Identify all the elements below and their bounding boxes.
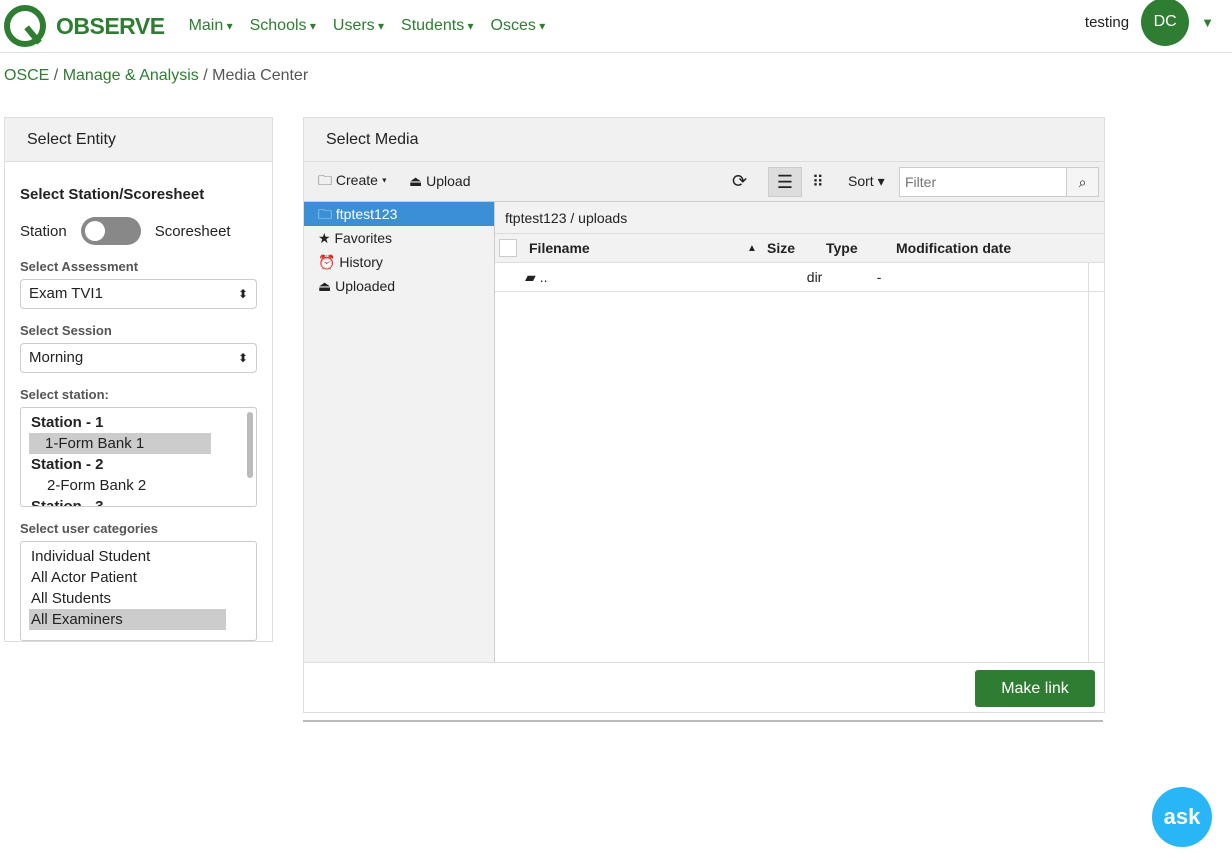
station-scoresheet-toggle[interactable] <box>80 217 141 245</box>
scrollbar[interactable] <box>247 412 253 478</box>
search-icon[interactable]: ⌕ <box>1066 166 1099 197</box>
sort-asc-icon: ▲ <box>747 242 757 254</box>
filter-input[interactable] <box>899 166 1067 197</box>
toolbar: 🗀 Create ▾ ⏏ Upload ⟳ ☰ ⠿ Sort ▾ ⌕ <box>304 162 1104 202</box>
file-name: .. <box>539 269 548 285</box>
category-option[interactable]: All Students <box>31 588 246 609</box>
categories-label: Select user categories <box>20 521 159 536</box>
file-type: dir <box>806 269 823 285</box>
brand-name: OBSERVE <box>56 12 165 39</box>
categories-list[interactable]: Individual Student All Actor Patient All… <box>20 541 257 641</box>
toggle-label-station: Station <box>20 222 67 240</box>
folder-icon: ▰ <box>525 268 536 285</box>
folder-tree: 🗀 ftptest123 ★ Favorites ⏰ History ⏏ Upl… <box>304 202 495 662</box>
sort-label: Sort <box>848 173 874 189</box>
station-group: Station - 1 <box>31 414 104 431</box>
file-date: - <box>876 269 882 285</box>
list-view-icon[interactable]: ☰ <box>768 166 802 197</box>
file-list: ftptest123 / uploads Filename ▲ Size Typ… <box>495 202 1104 662</box>
current-path: ftptest123 / uploads <box>495 202 1104 234</box>
create-button[interactable]: 🗀 Create ▾ <box>318 170 387 194</box>
make-link-button[interactable]: Make link <box>975 670 1095 707</box>
category-option[interactable]: Individual Student <box>31 546 246 567</box>
select-media-panel: Select Media 🗀 Create ▾ ⏏ Upload ⟳ ☰ ⠿ S… <box>303 117 1105 713</box>
tree-label: Favorites <box>334 230 393 246</box>
menu-main[interactable]: Main <box>189 17 233 35</box>
panel-title: Select Entity <box>5 118 272 162</box>
session-label: Select Session <box>20 323 112 338</box>
upload-button[interactable]: ⏏ Upload <box>409 173 471 190</box>
breadcrumb-manage[interactable]: Manage & Analysis <box>63 67 199 84</box>
table-header: Filename ▲ Size Type Modification date <box>495 234 1104 263</box>
tree-item-history[interactable]: ⏰ History <box>304 250 494 274</box>
menu-osces[interactable]: Osces <box>491 17 546 35</box>
category-option[interactable]: All Actor Patient <box>31 567 246 588</box>
col-type[interactable]: Type <box>826 240 896 256</box>
avatar[interactable]: DC <box>1141 0 1190 46</box>
toggle-label-scoresheet: Scoresheet <box>154 222 231 240</box>
station-list[interactable]: Station - 1 1-Form Bank 1 Station - 2 2-… <box>20 407 257 507</box>
menu-users[interactable]: Users <box>333 17 384 35</box>
station-option[interactable]: 1-Form Bank 1 <box>29 433 211 454</box>
menu-students[interactable]: Students <box>401 17 474 35</box>
select-entity-panel: Select Entity Select Station/Scoresheet … <box>4 117 273 642</box>
category-option[interactable]: All Examiners <box>29 609 226 630</box>
col-date[interactable]: Modification date <box>896 240 1011 256</box>
station-option[interactable]: 2-Form Bank 2 <box>31 475 246 496</box>
col-size[interactable]: Size <box>767 240 826 256</box>
logo[interactable]: OBSERVE <box>4 5 165 47</box>
breadcrumb: OSCE / Manage & Analysis / Media Center <box>4 67 309 84</box>
sort-button[interactable]: Sort ▾ <box>848 173 885 190</box>
create-label: Create <box>335 171 378 188</box>
chevron-down-icon[interactable]: ▼ <box>1201 15 1214 30</box>
top-nav: OBSERVE Main Schools Users Students Osce… <box>0 0 1232 53</box>
table-row[interactable]: ▰ .. dir - <box>495 263 1104 292</box>
panel-title: Select Media <box>304 118 1104 162</box>
refresh-icon[interactable]: ⟳ <box>732 171 747 192</box>
user-menu[interactable]: testing DC ▼ <box>1084 0 1214 46</box>
logo-icon <box>4 5 46 47</box>
upload-label: Upload <box>426 173 471 189</box>
username: testing <box>1084 13 1130 31</box>
tree-item-ftptest123[interactable]: 🗀 ftptest123 <box>304 202 494 226</box>
session-select[interactable]: Morning <box>20 343 257 373</box>
breadcrumb-osce[interactable]: OSCE <box>4 67 49 84</box>
station-label: Select station: <box>20 387 109 402</box>
tree-item-uploaded[interactable]: ⏏ Uploaded <box>304 274 494 298</box>
tree-label: ftptest123 <box>335 206 398 222</box>
ask-button[interactable]: ask <box>1152 787 1212 847</box>
panel-footer: Make link <box>304 662 1104 714</box>
section-heading: Select Station/Scoresheet <box>20 186 205 203</box>
station-group: Station - 2 <box>31 456 104 473</box>
select-all-checkbox[interactable] <box>499 239 517 257</box>
breadcrumb-current: Media Center <box>212 67 309 84</box>
tree-item-favorites[interactable]: ★ Favorites <box>304 226 494 250</box>
divider <box>303 720 1103 722</box>
assessment-label: Select Assessment <box>20 259 139 274</box>
menu-schools[interactable]: Schools <box>250 17 316 35</box>
station-group: Station - 3 <box>31 498 104 507</box>
scrollbar[interactable] <box>1088 263 1104 662</box>
assessment-select[interactable]: Exam TVI1 <box>20 279 257 309</box>
grid-view-icon[interactable]: ⠿ <box>812 172 824 192</box>
tree-label: Uploaded <box>335 278 396 294</box>
tree-label: History <box>339 254 383 270</box>
col-filename[interactable]: Filename <box>529 240 747 256</box>
